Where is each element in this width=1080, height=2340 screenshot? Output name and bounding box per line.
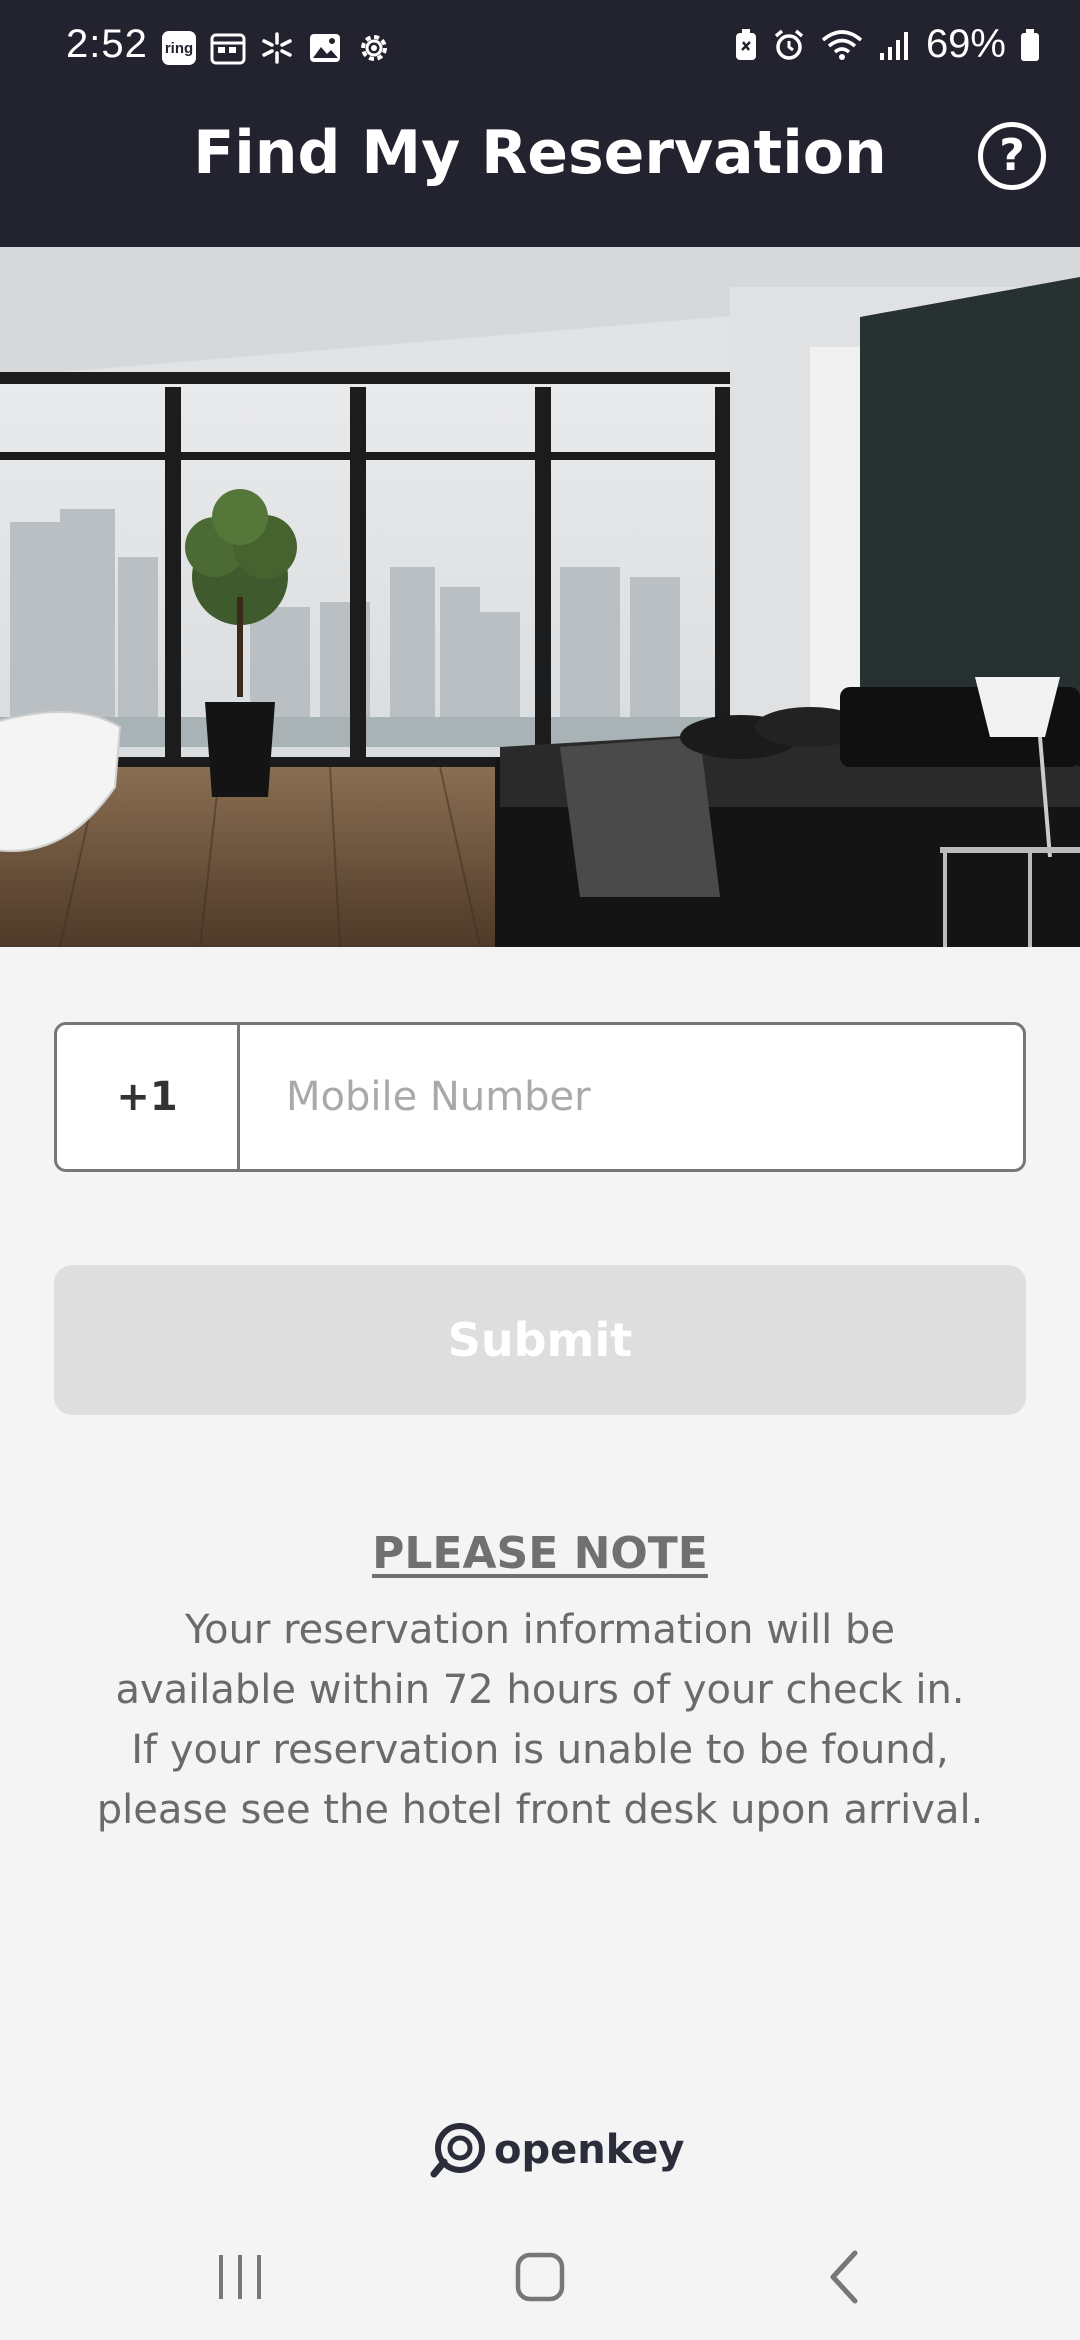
- openkey-branding: openkey: [430, 2122, 684, 2178]
- note-line: Your reservation information will be: [184, 1607, 896, 1653]
- brand-name: openkey: [494, 2127, 685, 2173]
- note-title: PLEASE NOTE: [372, 1528, 708, 1579]
- notification-icons: ring: [162, 30, 392, 66]
- system-icons: 69%: [734, 22, 1040, 67]
- battery-saver-icon: [735, 28, 756, 60]
- country-code-selector[interactable]: +1: [57, 1025, 240, 1169]
- phone-number-field: +1: [54, 1022, 1026, 1172]
- openkey-logo-icon: [430, 2123, 485, 2178]
- pinwheel-icon: [262, 32, 292, 64]
- submit-button[interactable]: Submit: [54, 1265, 1026, 1415]
- status-bar: 2:52 ring 69%: [0, 0, 1080, 96]
- note-line: please see the hotel front desk upon arr…: [96, 1787, 984, 1833]
- gallery-icon: [310, 34, 340, 62]
- calendar-icon: [210, 33, 246, 65]
- alarm-icon: [774, 29, 804, 60]
- ring-app-icon: ring: [162, 31, 196, 65]
- signal-icon: [879, 31, 908, 60]
- note-line: If your reservation is unable to be foun…: [131, 1727, 949, 1773]
- status-time: 2:52: [66, 22, 148, 66]
- note-body: Your reservation information will be ava…: [60, 1600, 1020, 1840]
- wifi-icon: [821, 29, 863, 60]
- settings-icon: [361, 35, 387, 61]
- page-title: Find My Reservation: [193, 118, 887, 188]
- app-header: 2:52 ring 69% Find My Reservation ?: [0, 0, 1080, 247]
- battery-percentage: 69%: [925, 22, 1006, 66]
- help-icon[interactable]: ?: [978, 122, 1046, 190]
- system-nav-bar: [0, 2210, 1080, 2340]
- mobile-number-input[interactable]: [240, 1025, 1023, 1169]
- recent-apps-icon[interactable]: [195, 2242, 285, 2312]
- home-icon[interactable]: [495, 2242, 585, 2312]
- battery-icon: [1021, 28, 1039, 61]
- back-icon[interactable]: [800, 2242, 890, 2312]
- hotel-room-image: [0, 247, 1080, 947]
- note-line: available within 72 hours of your check …: [115, 1667, 965, 1713]
